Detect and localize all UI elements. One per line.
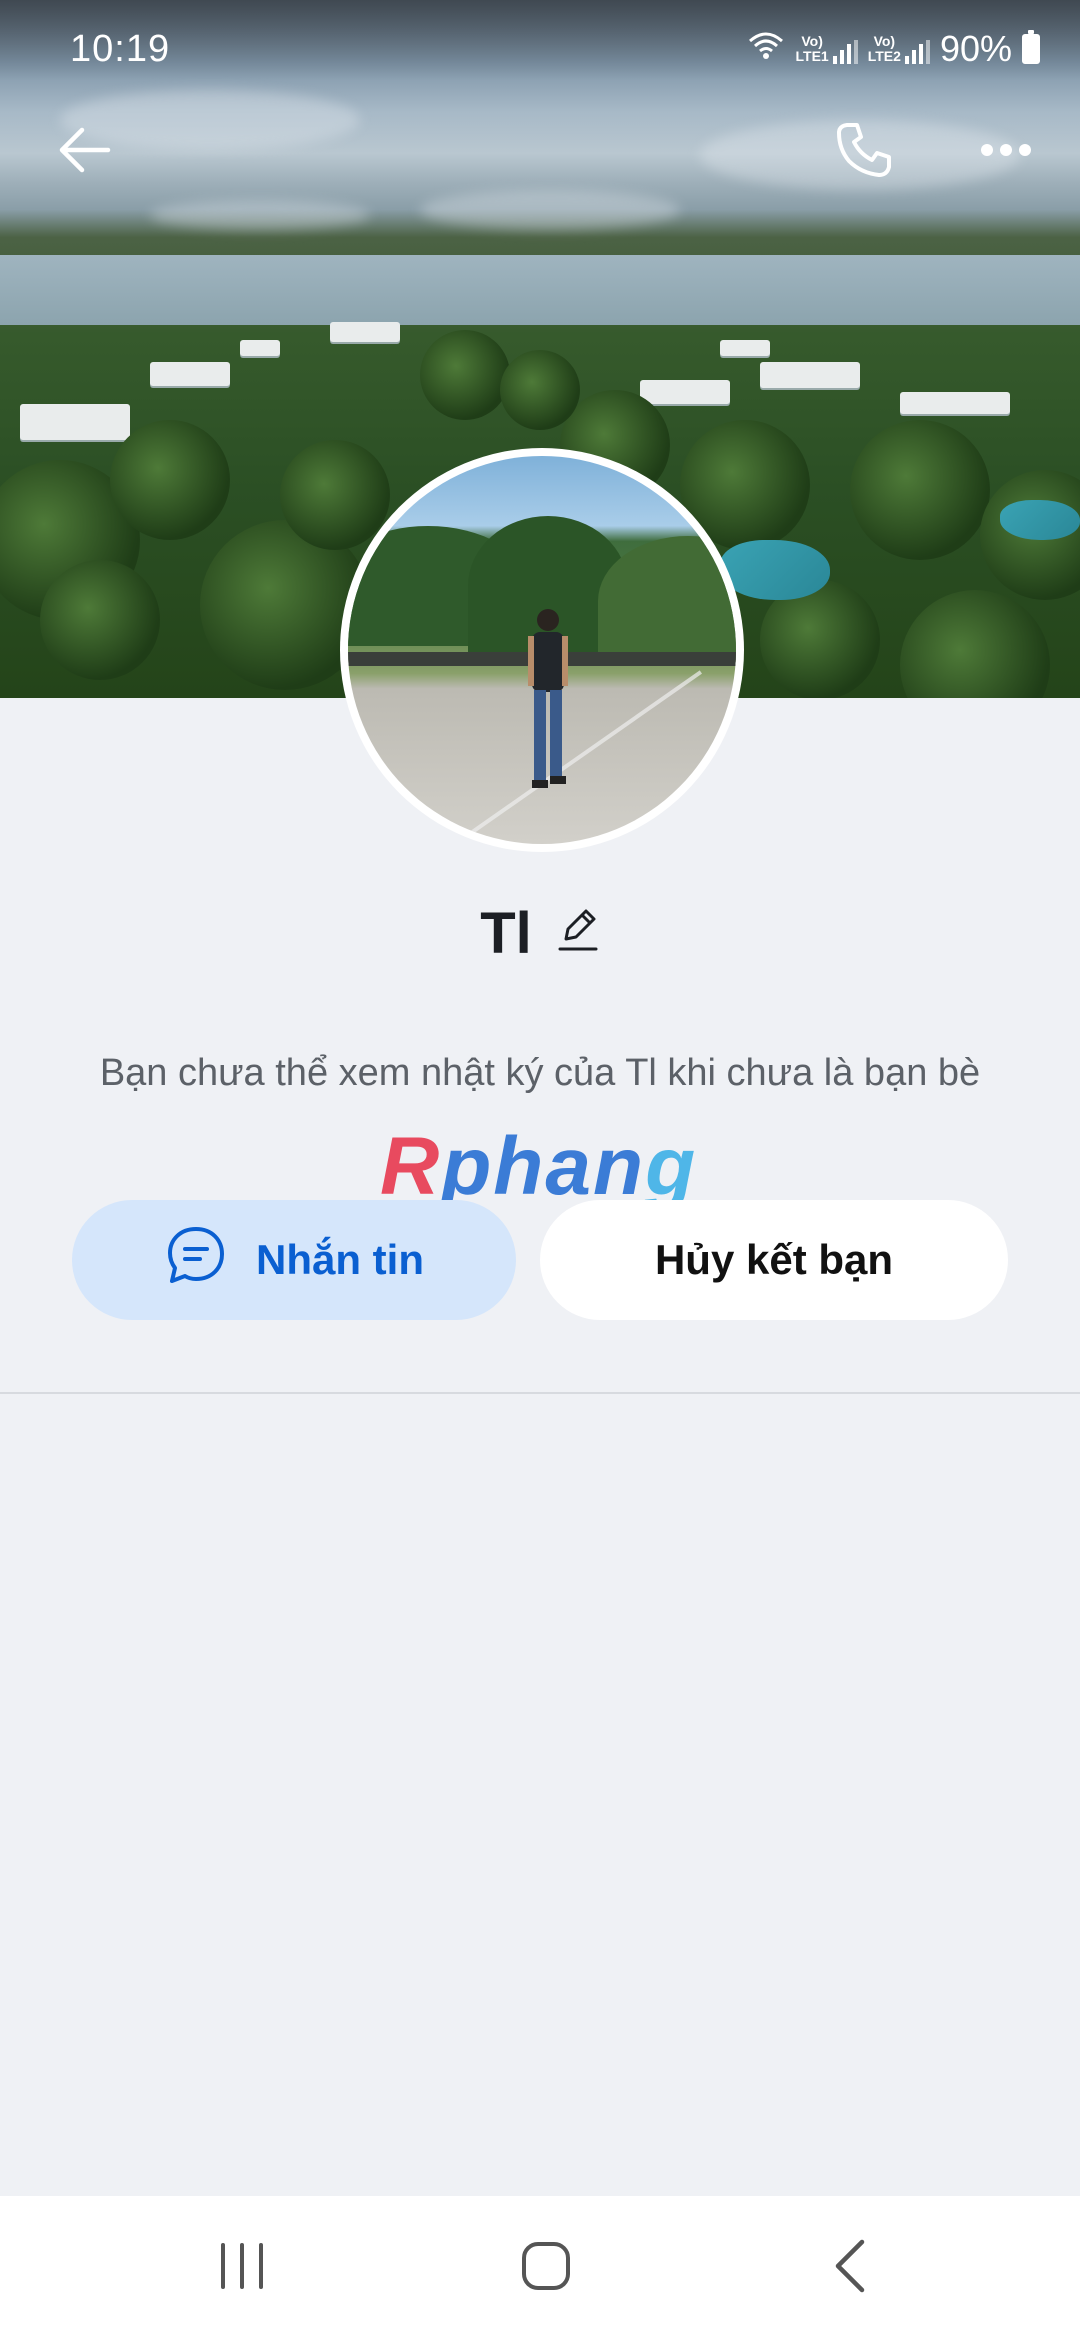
back-button[interactable] [44, 112, 124, 192]
back-icon [830, 2238, 870, 2299]
unfriend-button[interactable]: Hủy kết bạn [540, 1200, 1008, 1320]
recent-apps-icon [217, 2241, 267, 2296]
person-figure [528, 609, 568, 788]
profile-name: Tl [480, 901, 532, 966]
profile-screen: 10:19 Vo) LTE1 Vo) LTE2 90% Tl Bạn chưa … [0, 0, 1080, 2340]
message-button-label: Nhắn tin [256, 1236, 424, 1283]
wifi-icon [746, 28, 786, 70]
profile-name-row: Tl [0, 900, 1080, 967]
chat-bubble-icon [164, 1223, 228, 1297]
more-options-button[interactable] [966, 112, 1046, 192]
message-button[interactable]: Nhắn tin [72, 1200, 516, 1320]
status-indicators: Vo) LTE1 Vo) LTE2 90% [746, 28, 1040, 70]
pencil-icon[interactable] [556, 900, 600, 967]
battery-percent: 90% [939, 28, 1012, 69]
call-button[interactable] [824, 112, 904, 192]
home-icon [520, 2240, 572, 2297]
avatar[interactable] [340, 448, 744, 852]
status-time: 10:19 [70, 28, 171, 70]
unfriend-button-label: Hủy kết bạn [654, 1236, 894, 1283]
home-button[interactable] [456, 2196, 636, 2340]
status-bar: 10:19 Vo) LTE1 Vo) LTE2 90% [0, 0, 1080, 100]
sim1-signal: Vo) LTE1 [796, 34, 858, 64]
phone-call-icon [833, 119, 895, 186]
signal-icon [904, 40, 930, 64]
signal-icon [832, 40, 858, 64]
recent-apps-button[interactable] [152, 2196, 332, 2340]
divider [0, 1392, 1080, 1394]
navigation-bar [0, 2196, 1080, 2340]
battery-icon [1022, 30, 1040, 64]
privacy-info-text: Bạn chưa thể xem nhật ký của Tl khi chưa… [99, 1052, 981, 1094]
back-arrow-icon [56, 126, 112, 179]
sim2-signal: Vo) LTE2 [868, 34, 930, 64]
nav-back-button[interactable] [760, 2196, 940, 2340]
more-options-icon [980, 143, 1032, 162]
